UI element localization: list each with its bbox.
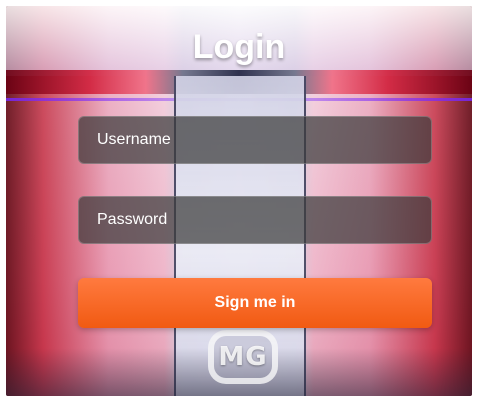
page-title: Login xyxy=(192,28,286,66)
login-panel: MG Login Sign me in xyxy=(6,6,472,396)
mg-logo-text: MG xyxy=(218,342,268,372)
mg-logo: MG xyxy=(208,330,278,384)
password-input[interactable] xyxy=(78,196,432,244)
username-input[interactable] xyxy=(78,116,432,164)
sign-in-button[interactable]: Sign me in xyxy=(78,278,432,328)
